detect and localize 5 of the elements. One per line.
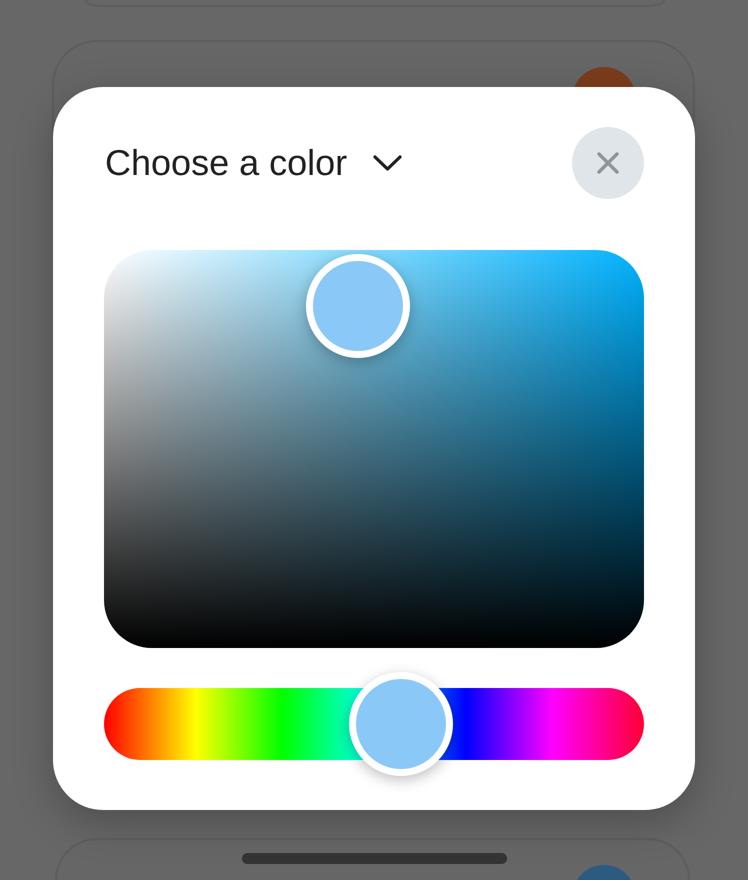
- color-field-thumb[interactable]: [306, 254, 410, 358]
- saturation-brightness-field[interactable]: [104, 250, 644, 648]
- close-icon: [597, 152, 619, 174]
- color-mode-dropdown[interactable]: Choose a color: [104, 142, 402, 184]
- chevron-down-icon: [373, 155, 402, 171]
